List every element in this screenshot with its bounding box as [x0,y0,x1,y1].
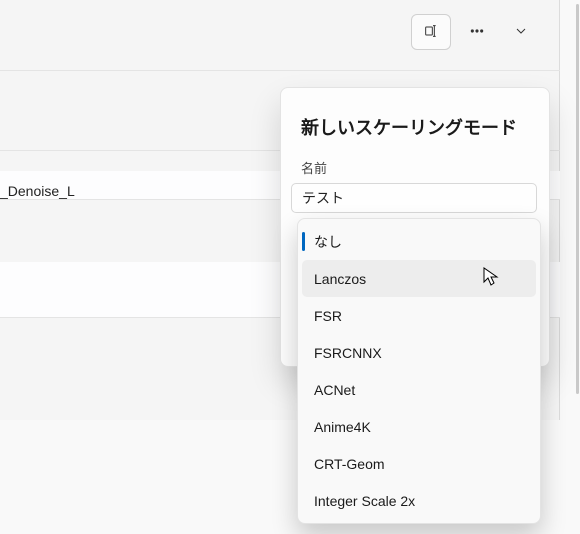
scrollbar[interactable] [576,4,579,394]
dropdown-item[interactable]: Integer Scale 2x [302,482,536,519]
dropdown-item-label: FSRCNNX [314,345,382,361]
chevron-down-icon [513,23,529,42]
scaling-mode-dropdown[interactable]: なし Lanczos FSR FSRCNNX ACNet Anime4K CRT-Geom I… [297,218,541,524]
name-input-value: テスト [302,188,344,208]
dropdown-item-label: FSR [314,308,342,324]
expand-button[interactable] [503,14,539,50]
more-button[interactable] [459,14,495,50]
dropdown-item-label: Anime4K [314,419,371,435]
dropdown-item[interactable]: FSR [302,297,536,334]
dropdown-item-label: なし [314,232,342,252]
dropdown-item[interactable]: FSRCNNX [302,334,536,371]
name-label: 名前 [281,158,549,183]
dropdown-item[interactable]: Anime4K [302,408,536,445]
dialog-title: 新しいスケーリングモード [281,114,549,158]
list-item-label: _Denoise_L [0,183,75,199]
dropdown-item[interactable]: CRT-Geom [302,445,536,482]
background-toolbar [411,14,539,50]
dropdown-item[interactable]: なし [302,223,536,260]
dropdown-item-label: ACNet [314,382,355,398]
dropdown-item-label: Lanczos [314,271,366,287]
dropdown-item-label: Integer Scale 2x [314,493,415,509]
rename-button[interactable] [411,14,451,50]
rename-icon [423,23,439,42]
divider [0,70,560,71]
more-icon [469,23,485,42]
dropdown-item-label: CRT-Geom [314,456,385,472]
name-input[interactable]: テスト [291,183,537,213]
dropdown-item[interactable]: ACNet [302,371,536,408]
dropdown-item[interactable]: Lanczos [302,260,536,297]
